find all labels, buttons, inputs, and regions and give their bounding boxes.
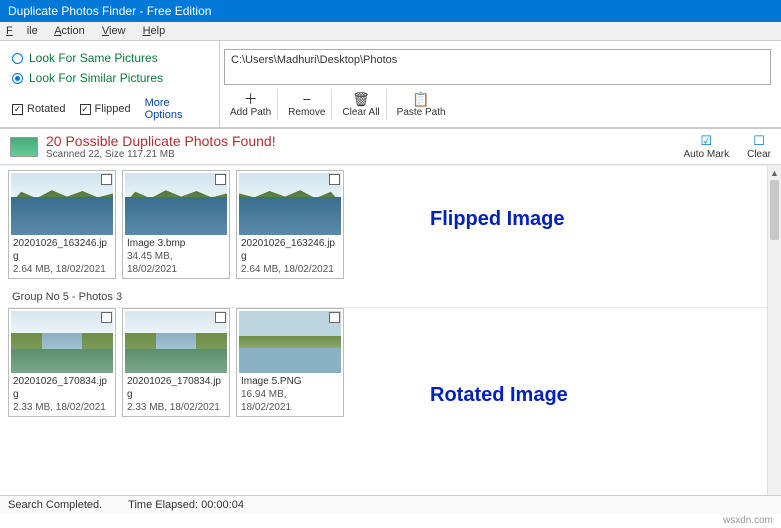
radio-label: Look For Same Pictures: [29, 51, 158, 65]
group-header: Group No 5 - Photos 3: [8, 285, 773, 308]
minus-icon: −: [303, 91, 311, 107]
thumb-filename: 20201026_163246.jpg: [13, 237, 111, 263]
menu-help[interactable]: Help: [143, 25, 166, 37]
thumb-checkbox[interactable]: [215, 312, 226, 323]
thumb-meta: 16.94 MB, 18/02/2021: [241, 388, 339, 414]
thumb-image: [125, 311, 227, 373]
status-bar: Search Completed. Time Elapsed: 00:00:04: [0, 495, 781, 514]
photo-thumb[interactable]: 20201026_163246.jpg2.64 MB, 18/02/2021: [236, 170, 344, 279]
radio-icon: [12, 73, 23, 84]
plus-icon: ＋: [244, 91, 258, 107]
thumb-checkbox[interactable]: [329, 312, 340, 323]
auto-mark-button[interactable]: ☑Auto Mark: [684, 133, 730, 160]
thumb-filename: Image 5.PNG: [241, 375, 339, 388]
search-options-pane: Look For Same Pictures Look For Similar …: [0, 41, 220, 127]
vertical-scrollbar[interactable]: ▲ ▼: [767, 166, 781, 505]
clear-button[interactable]: ☐Clear: [747, 133, 771, 160]
remove-button[interactable]: −Remove: [282, 89, 332, 120]
photo-thumb[interactable]: Image 5.PNG16.94 MB, 18/02/2021: [236, 308, 344, 417]
radio-icon: [12, 53, 23, 64]
thumb-image: [239, 311, 341, 373]
menubar: File Action View Help: [0, 22, 781, 41]
scroll-up-icon[interactable]: ▲: [768, 166, 781, 180]
check-icon: [12, 104, 23, 115]
thumb-checkbox[interactable]: [215, 174, 226, 185]
thumb-filename: Image 3.bmp: [127, 237, 225, 250]
status-completed: Search Completed.: [8, 499, 102, 511]
path-text: C:\Users\Madhuri\Desktop\Photos: [231, 54, 397, 66]
path-input[interactable]: C:\Users\Madhuri\Desktop\Photos: [224, 49, 771, 85]
photo-thumb[interactable]: 20201026_170834.jpg2.33 MB, 18/02/2021: [8, 308, 116, 417]
radio-similar-pictures[interactable]: Look For Similar Pictures: [12, 71, 207, 85]
thumb-meta: 2.33 MB, 18/02/2021: [127, 401, 225, 414]
thumb-filename: 20201026_170834.jpg: [13, 375, 111, 401]
add-path-button[interactable]: ＋Add Path: [224, 89, 278, 120]
clear-icon: ☐: [753, 133, 765, 149]
paste-path-button[interactable]: 📋Paste Path: [391, 89, 452, 120]
result-title: 20 Possible Duplicate Photos Found!: [46, 133, 276, 149]
menu-file[interactable]: File: [6, 25, 38, 37]
photo-thumb[interactable]: Image 3.bmp34.45 MB, 18/02/2021: [122, 170, 230, 279]
path-toolbar: ＋Add Path −Remove 🗑Clear All 📋Paste Path: [220, 89, 781, 122]
check-label: Flipped: [95, 103, 131, 115]
check-icon: ☑: [700, 133, 712, 149]
thumb-meta: 2.33 MB, 18/02/2021: [13, 401, 111, 414]
paste-icon: 📋: [412, 91, 429, 107]
scroll-thumb[interactable]: [770, 180, 779, 240]
menu-view[interactable]: View: [102, 25, 126, 37]
thumb-image: [239, 173, 341, 235]
thumb-meta: 2.64 MB, 18/02/2021: [13, 263, 111, 276]
thumb-image: [125, 173, 227, 235]
annotation-flipped: Flipped Image: [430, 208, 564, 231]
clear-all-button[interactable]: 🗑Clear All: [336, 89, 386, 120]
thumb-checkbox[interactable]: [101, 174, 112, 185]
check-label: Rotated: [27, 103, 66, 115]
thumb-meta: 34.45 MB, 18/02/2021: [127, 250, 225, 276]
photo-thumb[interactable]: 20201026_170834.jpg2.33 MB, 18/02/2021: [122, 308, 230, 417]
thumb-filename: 20201026_170834.jpg: [127, 375, 225, 401]
thumb-filename: 20201026_163246.jpg: [241, 237, 339, 263]
more-options-link[interactable]: More Options: [145, 97, 207, 121]
thumb-checkbox[interactable]: [101, 312, 112, 323]
checkbox-rotated[interactable]: Rotated: [12, 103, 80, 115]
status-time: Time Elapsed: 00:00:04: [128, 499, 244, 511]
photo-thumb[interactable]: 20201026_163246.jpg2.64 MB, 18/02/2021: [8, 170, 116, 279]
watermark: wsxdn.com: [723, 515, 773, 526]
thumb-image: [11, 173, 113, 235]
trash-icon: 🗑: [352, 91, 370, 107]
radio-label: Look For Similar Pictures: [29, 71, 163, 85]
window-titlebar: Duplicate Photos Finder - Free Edition: [0, 0, 781, 22]
annotation-rotated: Rotated Image: [430, 384, 568, 407]
checkbox-flipped[interactable]: Flipped: [80, 103, 145, 115]
result-subtitle: Scanned 22, Size 117.21 MB: [46, 149, 276, 160]
result-thumb-icon: [10, 137, 38, 157]
check-icon: [80, 104, 91, 115]
thumb-meta: 2.64 MB, 18/02/2021: [241, 263, 339, 276]
menu-action[interactable]: Action: [54, 25, 85, 37]
window-title: Duplicate Photos Finder - Free Edition: [8, 4, 211, 18]
results-area: 20201026_163246.jpg2.64 MB, 18/02/2021 I…: [0, 165, 781, 505]
thumb-checkbox[interactable]: [329, 174, 340, 185]
radio-same-pictures[interactable]: Look For Same Pictures: [12, 51, 207, 65]
result-header: 20 Possible Duplicate Photos Found! Scan…: [0, 128, 781, 165]
thumb-image: [11, 311, 113, 373]
